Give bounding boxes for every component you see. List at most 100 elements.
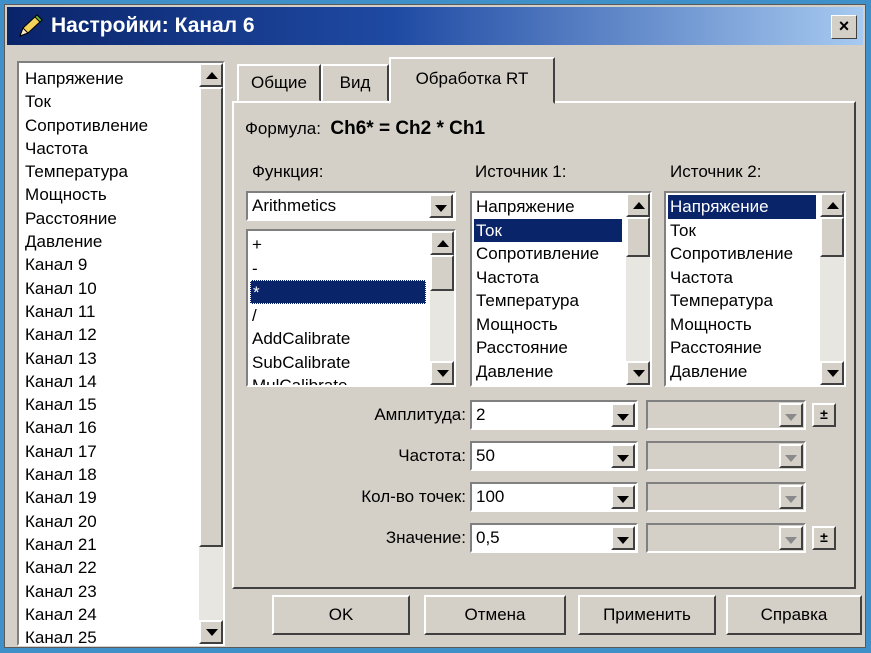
list-item[interactable]: AddCalibrate <box>250 327 426 351</box>
scroll-thumb[interactable] <box>626 217 650 257</box>
function-list[interactable]: + - * / AddCalibrate SubCalibrate MulCalibrate <box>246 229 456 387</box>
source2-list-scrollbar[interactable] <box>820 193 844 385</box>
param-secondary-dropdown <box>779 444 803 468</box>
list-item[interactable]: Канал 12 <box>22 323 195 346</box>
list-item[interactable]: MulCalibrate <box>250 374 426 385</box>
source1-list[interactable]: Напряжение Ток Сопротивление Частота Темпера… <box>470 191 652 387</box>
title-bar[interactable]: Настройки: Канал 6 × <box>7 7 863 45</box>
list-item[interactable]: Канал 25 <box>22 626 195 644</box>
param-secondary-combo <box>646 482 806 512</box>
list-item[interactable]: Расстояние <box>22 207 195 230</box>
list-item[interactable]: Температура <box>668 289 816 313</box>
list-item[interactable]: Расстояние <box>474 336 622 360</box>
scroll-thumb[interactable] <box>430 255 454 291</box>
param-value: 0,5 <box>476 528 500 547</box>
channel-list[interactable]: Напряжение Ток Сопротивление Частота Темпера… <box>17 61 225 646</box>
list-item[interactable]: Канал 16 <box>22 416 195 439</box>
list-item[interactable]: Канал 9 <box>22 253 195 276</box>
function-combo[interactable]: Arithmetics <box>246 191 456 221</box>
param-secondary-combo <box>646 400 806 430</box>
arrow-down-icon <box>827 370 839 377</box>
list-item[interactable]: Канал 23 <box>22 580 195 603</box>
function-combo-value: Arithmetics <box>252 196 337 215</box>
ok-button[interactable]: OK <box>272 595 410 635</box>
tab-view[interactable]: Вид <box>321 64 389 102</box>
list-item[interactable]: Канал 14 <box>22 370 195 393</box>
list-item[interactable]: - <box>250 257 426 281</box>
help-button[interactable]: Справка <box>726 595 862 635</box>
list-item[interactable]: Канал 21 <box>22 533 195 556</box>
list-item[interactable]: Канал 18 <box>22 463 195 486</box>
plus-minus-button[interactable]: ± <box>812 526 836 550</box>
list-item[interactable]: Сопротивление <box>22 114 195 137</box>
param-dropdown[interactable] <box>611 526 635 550</box>
tab-general[interactable]: Общие <box>237 64 321 102</box>
source1-list-scrollbar[interactable] <box>626 193 650 385</box>
arrow-down-icon <box>437 370 449 377</box>
list-item[interactable]: Сопротивление <box>668 242 816 266</box>
param-secondary-dropdown <box>779 526 803 550</box>
list-item[interactable]: Напряжение <box>474 195 622 219</box>
param-dropdown[interactable] <box>611 485 635 509</box>
source2-list[interactable]: Напряжение Ток Сопротивление Частота Темпера… <box>664 191 846 387</box>
list-item[interactable]: Частота <box>22 137 195 160</box>
function-list-scrollbar[interactable] <box>430 231 454 385</box>
close-button[interactable]: × <box>831 15 857 39</box>
list-item[interactable]: Мощность <box>668 313 816 337</box>
list-item[interactable]: Давление <box>22 230 195 253</box>
param-dropdown[interactable] <box>611 444 635 468</box>
scroll-up-button[interactable] <box>430 231 454 255</box>
list-item[interactable]: Температура <box>474 289 622 313</box>
scroll-down-button[interactable] <box>199 620 223 644</box>
list-item[interactable]: Канал 20 <box>22 510 195 533</box>
list-item[interactable]: Ток <box>22 90 195 113</box>
list-item[interactable]: Частота <box>668 266 816 290</box>
list-item[interactable]: Канал 10 <box>22 277 195 300</box>
function-combo-dropdown[interactable] <box>429 194 453 218</box>
param-dropdown[interactable] <box>611 403 635 427</box>
list-item[interactable]: Мощность <box>474 313 622 337</box>
chevron-down-icon <box>617 537 629 544</box>
list-item[interactable]: Напряжение <box>668 195 816 219</box>
plus-minus-button[interactable]: ± <box>812 403 836 427</box>
list-item[interactable]: / <box>250 304 426 328</box>
param-value-combo[interactable]: 50 <box>470 441 638 471</box>
tab-rt-processing[interactable]: Обработка RT <box>389 57 555 104</box>
list-item[interactable]: Сопротивление <box>474 242 622 266</box>
list-item[interactable]: Канал 22 <box>22 556 195 579</box>
channel-list-scrollbar[interactable] <box>199 63 223 644</box>
list-item[interactable]: Ток <box>668 219 816 243</box>
list-item[interactable]: Канал 19 <box>22 486 195 509</box>
apply-button[interactable]: Применить <box>578 595 716 635</box>
list-item[interactable]: Канал 13 <box>22 347 195 370</box>
list-item[interactable]: * <box>250 280 426 304</box>
param-value-combo[interactable]: 0,5 <box>470 523 638 553</box>
scroll-down-button[interactable] <box>820 361 844 385</box>
scroll-thumb[interactable] <box>199 87 223 547</box>
list-item[interactable]: Расстояние <box>668 336 816 360</box>
list-item[interactable]: Ток <box>474 218 622 242</box>
list-item[interactable]: Канал 11 <box>22 300 195 323</box>
scroll-up-button[interactable] <box>199 63 223 87</box>
plus-minus-icon: ± <box>820 406 828 422</box>
scroll-up-button[interactable] <box>820 193 844 217</box>
list-item[interactable]: Напряжение <box>22 67 195 90</box>
list-item[interactable]: Давление <box>474 360 622 384</box>
list-item[interactable]: Давление <box>668 360 816 384</box>
list-item[interactable]: Канал 17 <box>22 440 195 463</box>
cancel-button[interactable]: Отмена <box>424 595 566 635</box>
scroll-thumb[interactable] <box>820 217 844 257</box>
list-item[interactable]: + <box>250 233 426 257</box>
scroll-up-button[interactable] <box>626 193 650 217</box>
pencil-icon <box>19 14 43 37</box>
list-item[interactable]: Температура <box>22 160 195 183</box>
param-value-combo[interactable]: 2 <box>470 400 638 430</box>
list-item[interactable]: Мощность <box>22 183 195 206</box>
list-item[interactable]: SubCalibrate <box>250 351 426 375</box>
list-item[interactable]: Частота <box>474 266 622 290</box>
list-item[interactable]: Канал 24 <box>22 603 195 626</box>
list-item[interactable]: Канал 15 <box>22 393 195 416</box>
scroll-down-button[interactable] <box>430 361 454 385</box>
scroll-down-button[interactable] <box>626 361 650 385</box>
param-value-combo[interactable]: 100 <box>470 482 638 512</box>
